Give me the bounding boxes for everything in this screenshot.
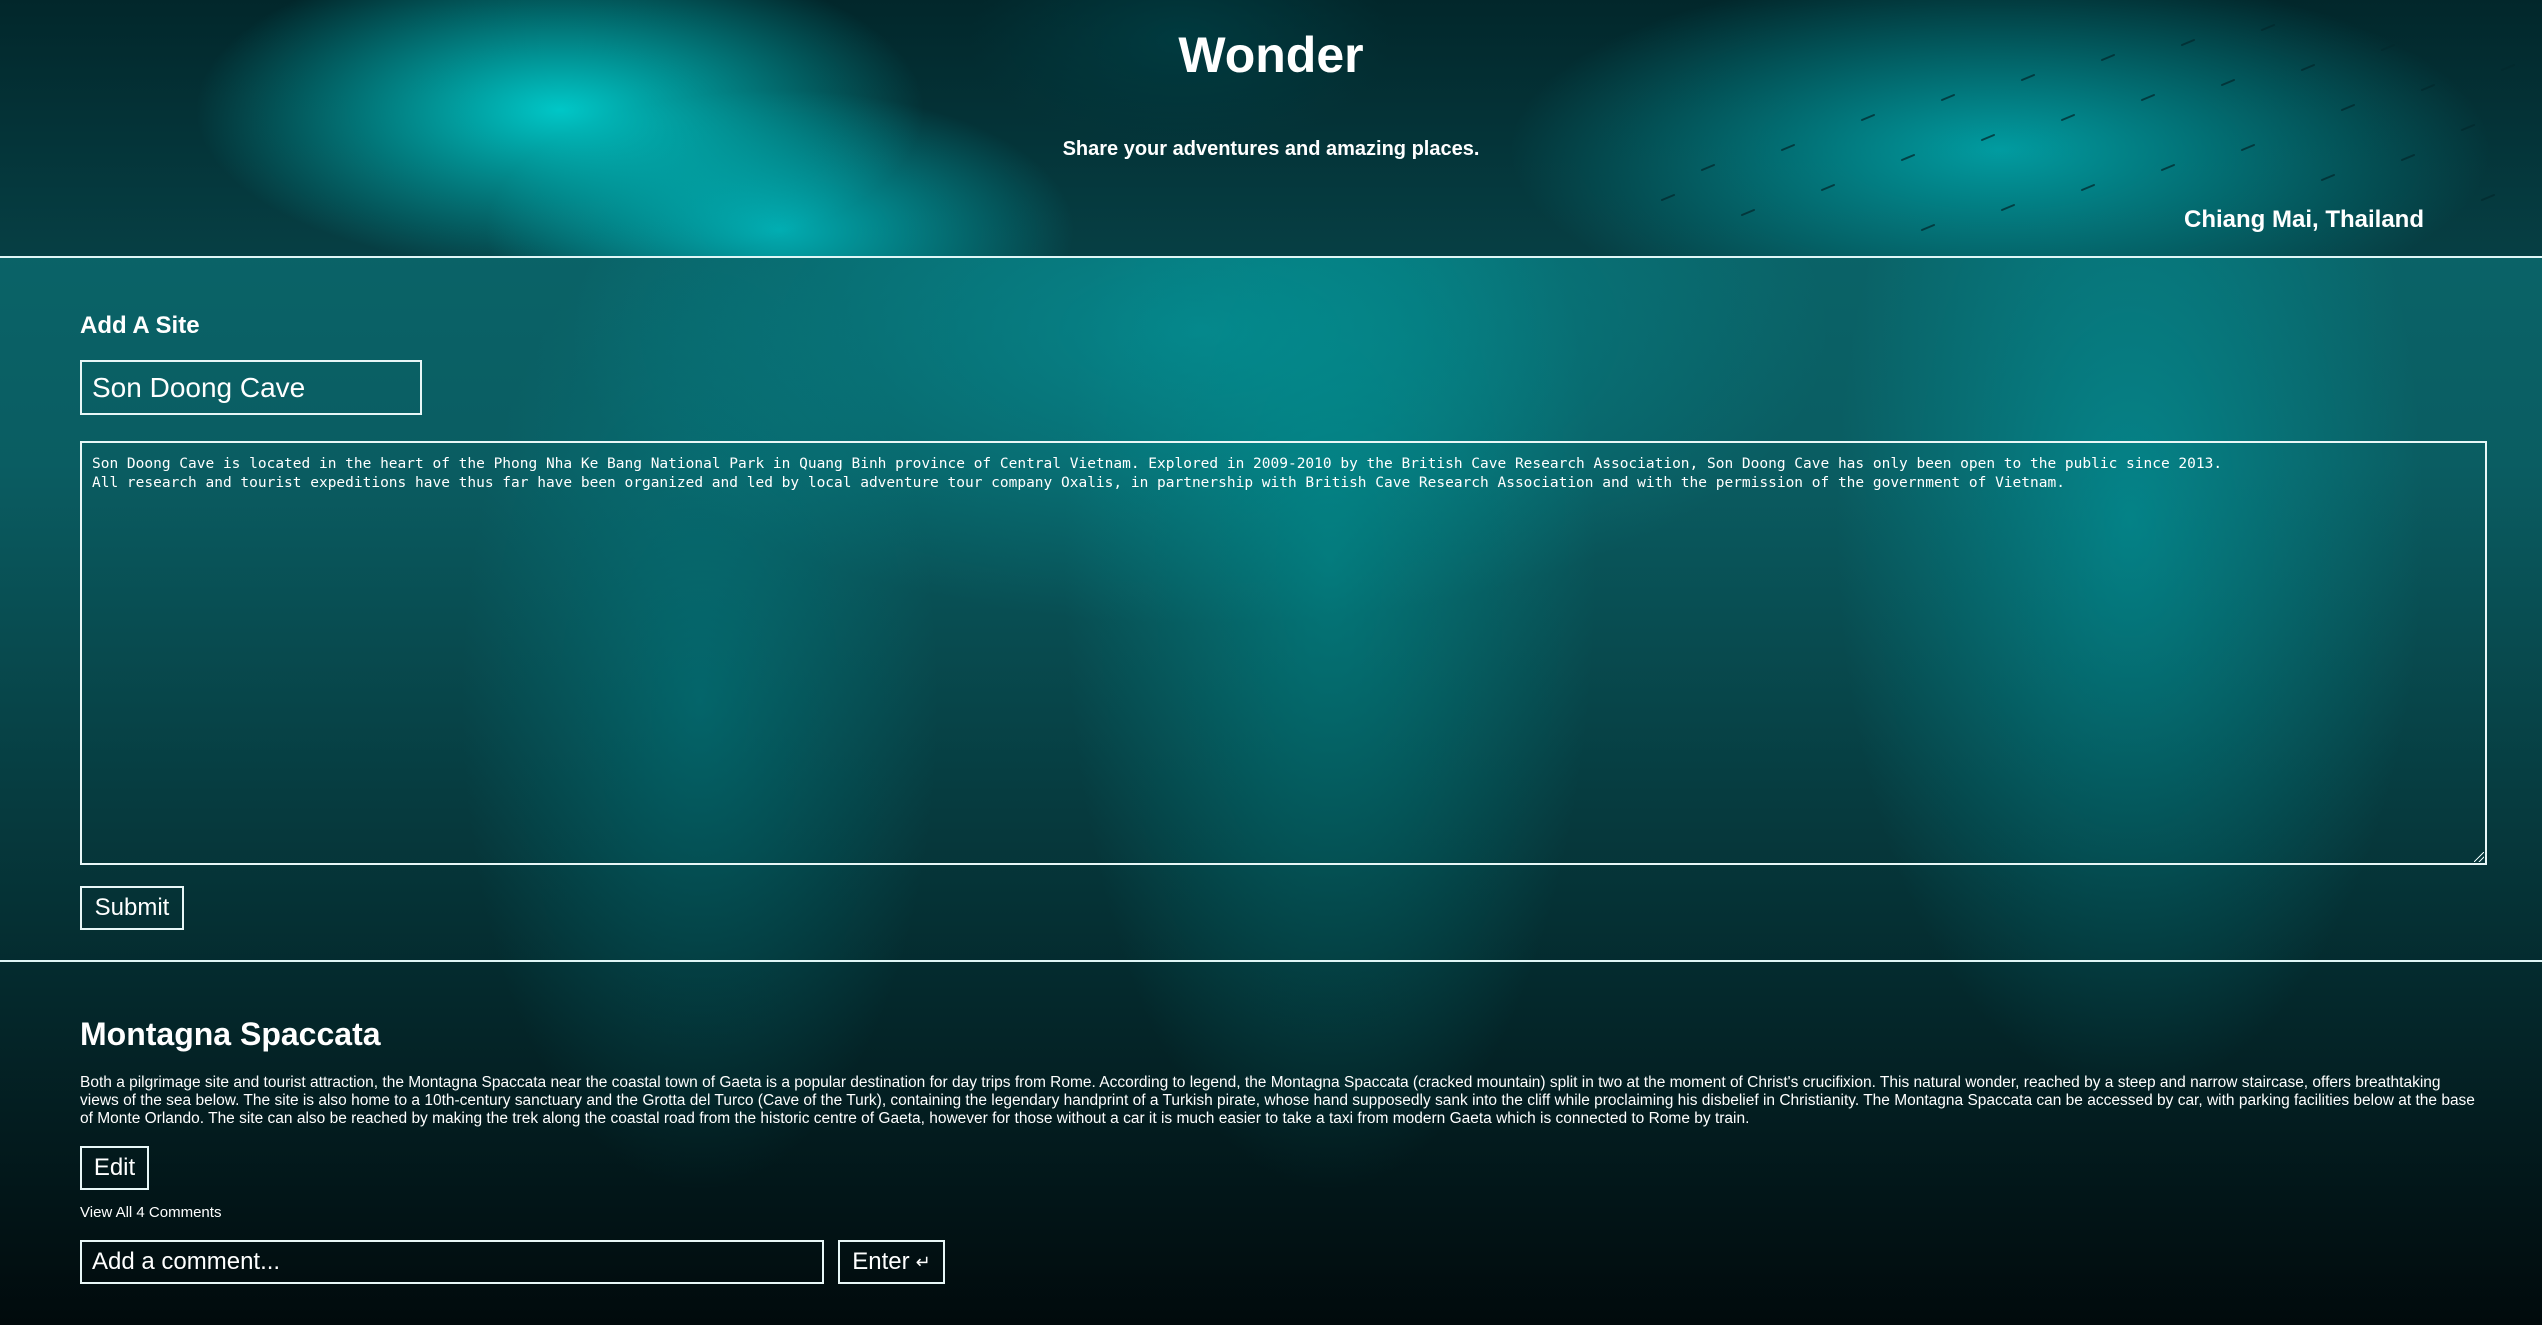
comment-input[interactable] <box>80 1240 824 1284</box>
enter-button[interactable]: Enter ↵ <box>838 1240 945 1284</box>
enter-button-label: Enter <box>852 1248 910 1275</box>
site-title: Wonder <box>1178 27 1364 83</box>
add-site-form: Add A Site Son Doong Cave is located in … <box>0 258 2542 962</box>
submit-button[interactable]: Submit <box>80 886 184 930</box>
location-label: Chiang Mai, Thailand <box>2183 206 2424 233</box>
site-description-textarea[interactable]: Son Doong Cave is located in the heart o… <box>80 441 2487 865</box>
site-tagline: Share your adventures and amazing places… <box>1062 138 1480 160</box>
view-comments-link[interactable]: View All 4 Comments <box>80 1204 221 1221</box>
hero-banner: Wonder Share your adventures and amazing… <box>0 0 2542 258</box>
post-title: Montagna Spaccata <box>80 1016 381 1052</box>
add-site-heading: Add A Site <box>80 312 200 339</box>
post-body: Both a pilgrimage site and tourist attra… <box>80 1074 2475 1127</box>
edit-button[interactable]: Edit <box>80 1146 149 1190</box>
site-name-input[interactable] <box>80 360 422 415</box>
return-arrow-icon: ↵ <box>915 1251 931 1272</box>
textarea-resize-handle[interactable] <box>2474 852 2484 862</box>
